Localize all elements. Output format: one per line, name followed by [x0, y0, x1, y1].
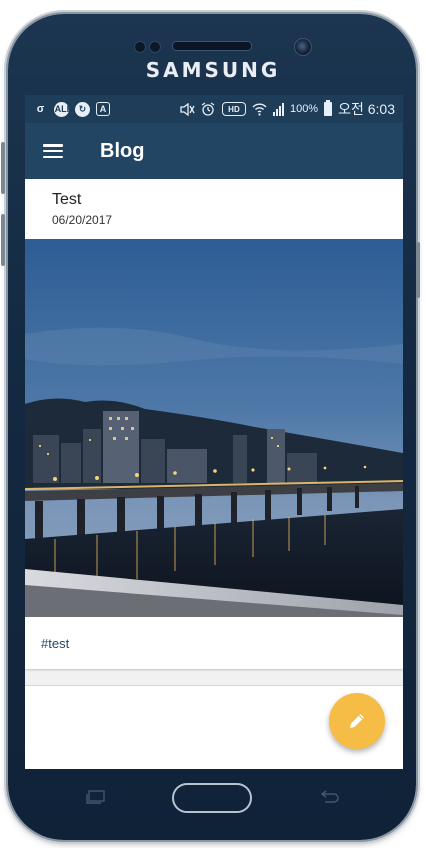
post-header: Test 06/20/2017	[25, 179, 403, 239]
back-icon[interactable]	[318, 790, 340, 806]
proximity-sensor	[134, 41, 146, 53]
menu-icon	[43, 144, 63, 158]
post-date: 06/20/2017	[52, 213, 113, 227]
clock: 오전 6:03	[338, 101, 395, 117]
app-title: Blog	[100, 139, 145, 162]
power-button	[416, 242, 420, 298]
post-list[interactable]: Test 06/20/2017 #test	[25, 179, 403, 769]
earpiece-speaker	[172, 41, 252, 51]
sync-icon: ↻	[75, 101, 90, 117]
pencil-icon	[350, 714, 364, 728]
status-bar: σ TALK ↻ A HD 100% 오전 6:03	[25, 95, 403, 123]
hd-icon: HD	[221, 102, 246, 116]
screen: σ TALK ↻ A HD 100% 오전 6:03 Blog Test 06/…	[25, 95, 403, 769]
volume-down-button	[1, 214, 5, 266]
volume-button	[1, 142, 5, 194]
light-sensor	[149, 41, 161, 53]
app-bar: Blog	[25, 123, 403, 179]
post-tags[interactable]: #test	[41, 636, 69, 651]
signal-icon	[272, 102, 284, 116]
status-right-icons: HD 100% 오전 6:03	[180, 99, 395, 119]
device-brand: SAMSUNG	[145, 58, 281, 82]
font-icon: A	[96, 102, 110, 116]
recent-apps-icon[interactable]	[86, 790, 106, 804]
post-card[interactable]: Test 06/20/2017 #test	[25, 179, 403, 669]
compose-button[interactable]	[329, 693, 385, 749]
menu-button[interactable]	[25, 123, 81, 179]
battery-icon	[324, 100, 333, 116]
status-left-icons: σ TALK ↻ A	[33, 101, 110, 117]
alarm-icon	[201, 102, 216, 117]
post-image	[25, 239, 403, 617]
home-button[interactable]	[172, 783, 252, 813]
post-title: Test	[52, 191, 82, 208]
wifi-icon	[252, 102, 267, 117]
battery-percent: 100%	[289, 103, 319, 115]
carrier-icon: σ	[36, 103, 45, 115]
front-camera	[294, 38, 312, 56]
chat-icon: TALK	[50, 101, 73, 117]
mute-icon	[180, 102, 195, 117]
